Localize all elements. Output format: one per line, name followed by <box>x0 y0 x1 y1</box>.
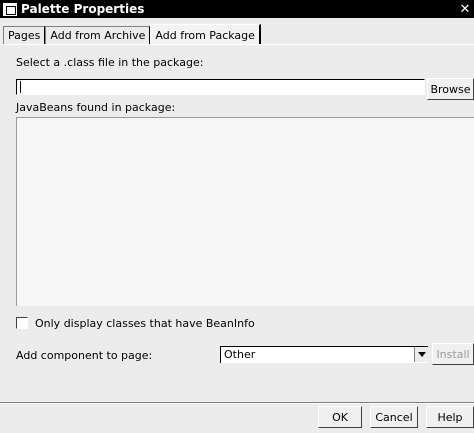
footer-separator <box>0 402 474 404</box>
tab-add-from-archive[interactable]: Add from Archive <box>45 26 151 44</box>
cancel-button[interactable]: Cancel <box>370 406 418 428</box>
class-file-label: Select a .class file in the package: <box>16 56 204 69</box>
window-icon <box>3 2 17 16</box>
browse-button[interactable]: Browse <box>427 78 474 100</box>
beaninfo-label: Only display classes that have BeanInfo <box>35 317 255 330</box>
class-file-input[interactable] <box>16 79 425 95</box>
tab-strip: Pages Add from Archive Add from Package <box>0 24 261 45</box>
ok-button[interactable]: OK <box>318 406 362 428</box>
help-button[interactable]: Help <box>426 406 474 428</box>
text-caret <box>20 81 21 93</box>
tab-divider <box>0 44 474 45</box>
beans-label: JavaBeans found in package: <box>16 101 176 114</box>
page-select-value: Other <box>224 348 256 361</box>
tab-pages[interactable]: Pages <box>3 26 46 44</box>
chevron-down-icon[interactable] <box>414 347 428 362</box>
page-select[interactable]: Other <box>220 346 428 363</box>
tab-add-from-package[interactable]: Add from Package <box>150 24 261 45</box>
beaninfo-checkbox[interactable] <box>16 317 28 329</box>
beans-list[interactable] <box>16 117 474 306</box>
palette-properties-dialog: Palette Properties ✕ Pages Add from Arch… <box>0 0 474 433</box>
window-title: Palette Properties <box>21 2 145 16</box>
title-bar: Palette Properties ✕ <box>0 0 474 18</box>
add-component-label: Add component to page: <box>16 349 153 362</box>
close-icon[interactable]: ✕ <box>458 2 472 17</box>
install-button[interactable]: Install <box>432 343 474 365</box>
